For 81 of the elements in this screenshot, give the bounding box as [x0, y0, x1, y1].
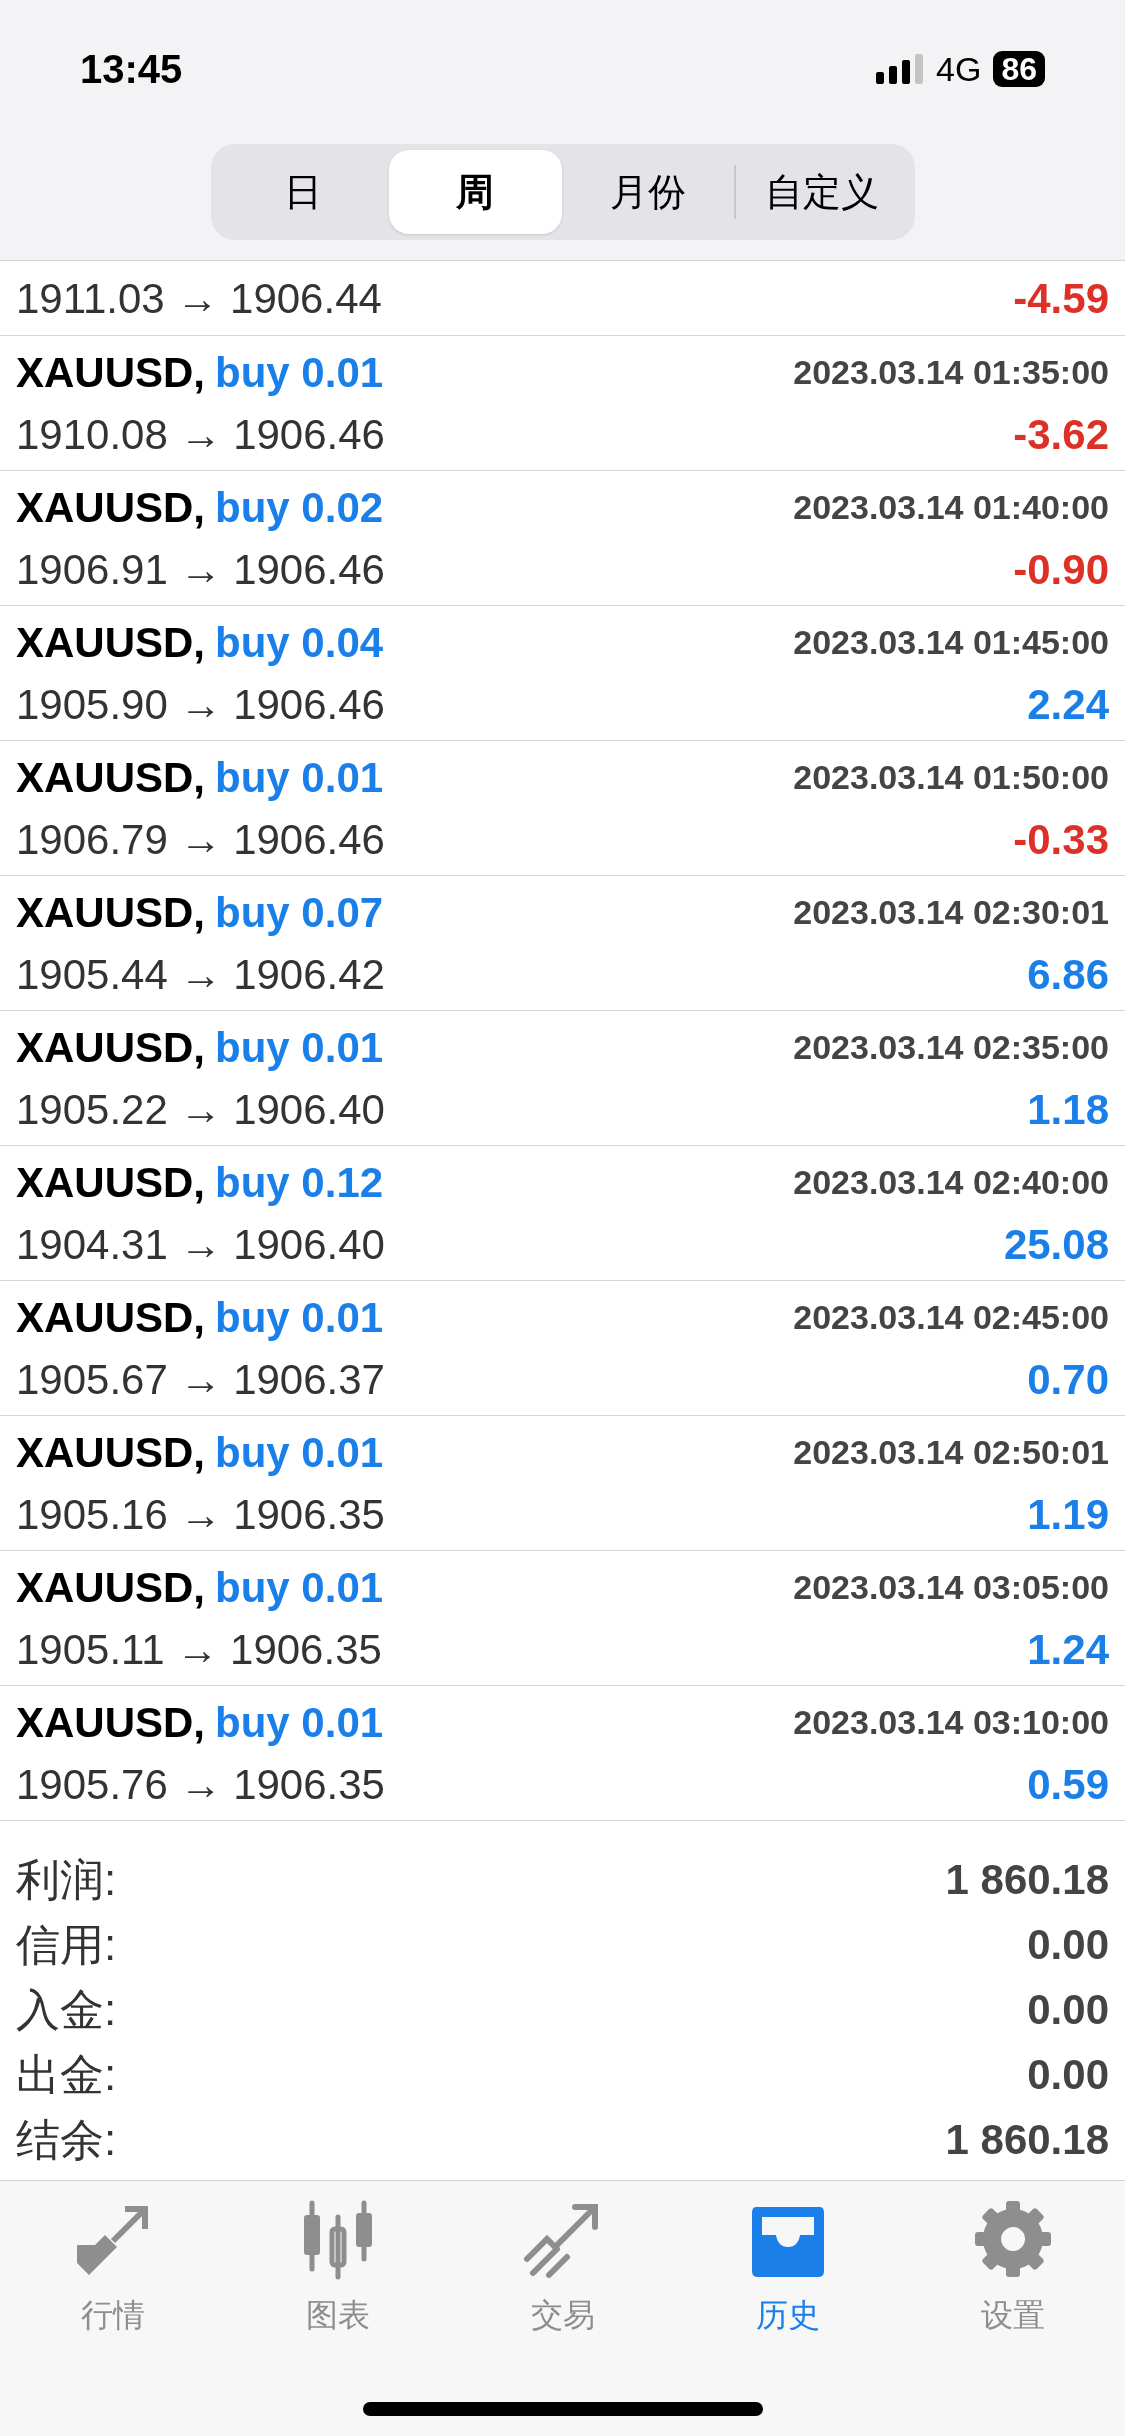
price-range: 1906.79 → 1906.46: [16, 814, 385, 865]
summary-label: 信用:: [16, 1918, 117, 1971]
price-range: 1904.31 → 1906.40: [16, 1219, 385, 1270]
network-label: 4G: [936, 48, 982, 90]
battery-level: 86: [993, 51, 1045, 87]
price-range: 1905.11 → 1906.35: [16, 1624, 382, 1675]
profit-value: 6.86: [1027, 949, 1109, 1000]
order-label: buy 0.01: [215, 347, 384, 398]
summary-label: 出金:: [16, 2048, 117, 2101]
tab-bar-item[interactable]: 历史: [675, 2197, 900, 2339]
deal-time: 2023.03.14 01:40:00: [793, 486, 1109, 528]
profit-value: 25.08: [1003, 1219, 1109, 1270]
price-range: 1905.76 → 1906.35: [16, 1759, 385, 1810]
price-range: 1906.91 → 1906.46: [16, 544, 385, 595]
deal-time: 2023.03.14 02:45:00: [793, 1296, 1109, 1338]
profit-value: -0.33: [1013, 814, 1109, 865]
profit-value: 1.24: [1027, 1624, 1109, 1675]
price-range: 1905.44 → 1906.42: [16, 949, 385, 1000]
symbol-label: XAUUSD,: [16, 1697, 206, 1748]
order-label: buy 0.12: [215, 1157, 384, 1208]
order-label: buy 0.02: [215, 482, 384, 533]
price-range: 1905.90 → 1906.46: [16, 679, 385, 730]
symbol-label: XAUUSD,: [16, 482, 206, 533]
segment-tab[interactable]: 周: [389, 150, 562, 234]
order-label: buy 0.04: [215, 617, 384, 668]
order-label: buy 0.01: [215, 1427, 384, 1478]
symbol-label: XAUUSD,: [16, 887, 206, 938]
deal-row[interactable]: XAUUSD, buy 0.02 2023.03.14 01:40:00 1906.91 → 1906.46 -0.90: [0, 471, 1125, 606]
profit-value: 0.70: [1027, 1354, 1109, 1405]
symbol-label: XAUUSD,: [16, 1157, 206, 1208]
profit-value: 1.19: [1027, 1489, 1109, 1540]
deal-row[interactable]: XAUUSD, buy 0.01 2023.03.14 03:10:00 1905.76 → 1906.35 0.59: [0, 1686, 1125, 1821]
symbol-label: XAUUSD,: [16, 347, 206, 398]
deal-time: 2023.03.14 03:05:00: [793, 1566, 1109, 1608]
price-range: 1905.16 → 1906.35: [16, 1489, 385, 1540]
profit-value: 2.24: [1027, 679, 1109, 730]
deal-row[interactable]: XAUUSD, buy 0.01 2023.03.14 01:35:00 1910.08 → 1906.46 -3.62: [0, 336, 1125, 471]
deal-time: 2023.03.14 01:45:00: [793, 621, 1109, 663]
profit-value: -4.59: [1013, 273, 1109, 324]
summary-label: 入金:: [16, 1983, 117, 2036]
summary-value: 0.00: [1027, 1985, 1109, 2035]
profit-value: 0.59: [1027, 1759, 1109, 1810]
deal-time: 2023.03.14 02:40:00: [793, 1161, 1109, 1203]
profit-value: 1.18: [1027, 1084, 1109, 1135]
status-time: 13:45: [80, 46, 183, 93]
symbol-label: XAUUSD,: [16, 1022, 206, 1073]
deal-row[interactable]: XAUUSD, buy 0.01 2023.03.14 01:50:00 1906.79 → 1906.46 -0.33: [0, 741, 1125, 876]
summary-label: 利润:: [16, 1853, 117, 1906]
summary-value: 1 860.18: [945, 2115, 1109, 2165]
profit-value: -3.62: [1013, 409, 1109, 460]
symbol-label: XAUUSD,: [16, 1427, 206, 1478]
segment-tab[interactable]: 自定义: [736, 150, 909, 234]
summary-value: 1 860.18: [945, 1855, 1109, 1905]
price-range: 1905.67 → 1906.37: [16, 1354, 385, 1405]
symbol-label: XAUUSD,: [16, 1562, 206, 1613]
deal-time: 2023.03.14 03:10:00: [793, 1701, 1109, 1743]
deal-time: 2023.03.14 01:50:00: [793, 756, 1109, 798]
price-range: 1905.22 → 1906.40: [16, 1084, 385, 1135]
deal-row[interactable]: 1911.03 → 1906.44 -4.59: [0, 261, 1125, 336]
order-label: buy 0.01: [215, 1022, 384, 1073]
order-label: buy 0.01: [215, 1292, 384, 1343]
symbol-label: XAUUSD,: [16, 617, 206, 668]
order-label: buy 0.01: [215, 752, 384, 803]
deal-time: 2023.03.14 02:35:00: [793, 1026, 1109, 1068]
deal-time: 2023.03.14 01:35:00: [793, 351, 1109, 393]
order-label: buy 0.01: [215, 1562, 384, 1613]
segment-tab[interactable]: 日: [216, 150, 389, 234]
deal-time: 2023.03.14 02:30:01: [793, 891, 1109, 933]
segment-tab[interactable]: 月份: [561, 150, 734, 234]
summary-value: 0.00: [1027, 1920, 1109, 1970]
signal-icon: [876, 54, 925, 84]
summary-value: 0.00: [1027, 2050, 1109, 2100]
price-range: 1910.08 → 1906.46: [16, 409, 385, 460]
symbol-label: XAUUSD,: [16, 752, 206, 803]
deal-time: 2023.03.14 02:50:01: [793, 1431, 1109, 1473]
order-label: buy 0.07: [215, 887, 384, 938]
price-range: 1911.03 → 1906.44: [16, 273, 382, 324]
summary-label: 结余:: [16, 2113, 117, 2166]
order-label: buy 0.01: [215, 1697, 384, 1748]
profit-value: -0.90: [1013, 544, 1109, 595]
symbol-label: XAUUSD,: [16, 1292, 206, 1343]
